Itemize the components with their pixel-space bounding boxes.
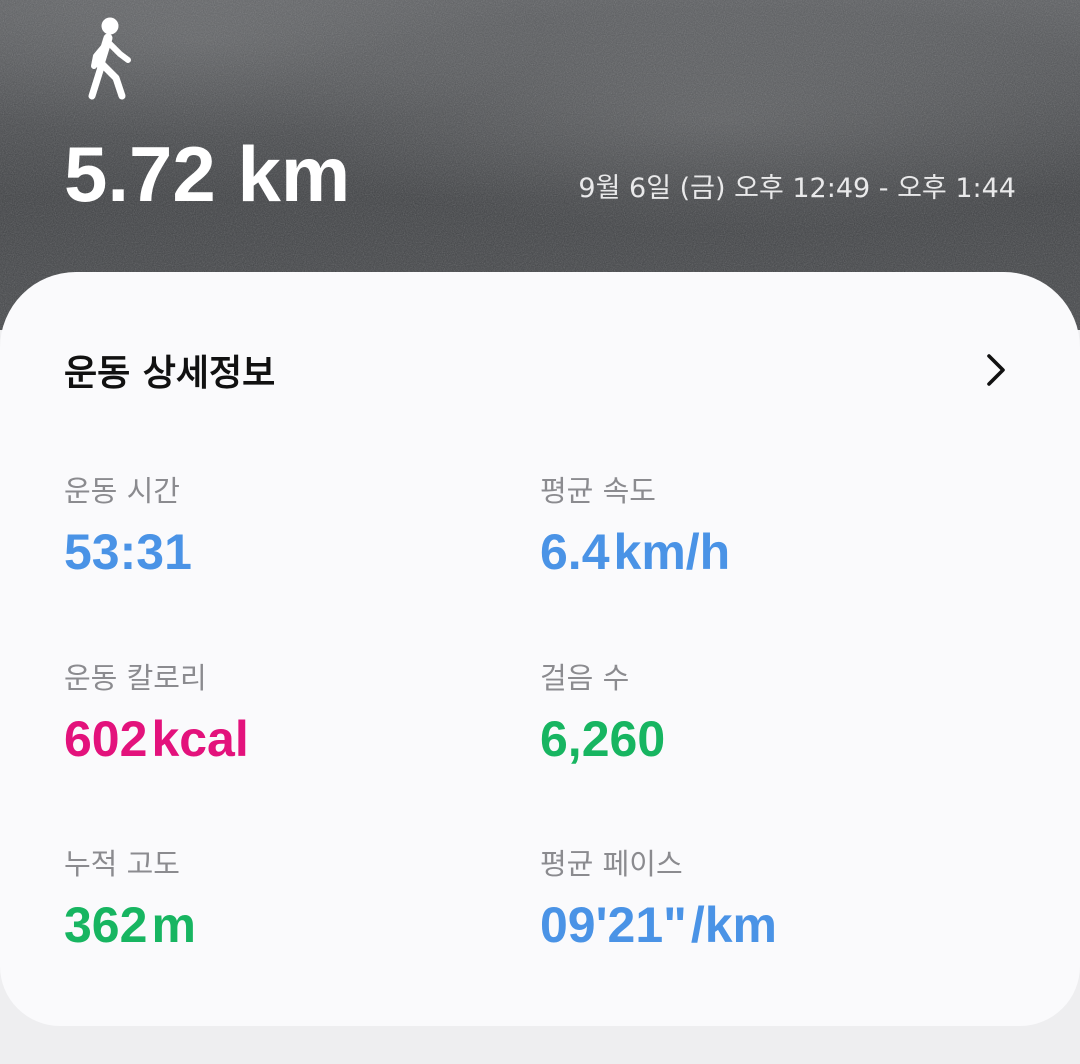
stat-number: 53:31 xyxy=(64,524,192,580)
stat-number: 362 xyxy=(64,897,148,953)
workout-details-card: 운동 상세정보 운동 시간 53:31 평균 속도 6.4km/h 운동 칼로리… xyxy=(0,272,1080,1026)
stat-label: 누적 고도 xyxy=(64,847,180,881)
stat-label: 운동 칼로리 xyxy=(64,661,207,695)
stat-value: 53:31 xyxy=(64,522,484,582)
workout-distance: 5.72 km xyxy=(64,130,351,218)
stat-calories: 운동 칼로리 602kcal xyxy=(64,659,484,769)
stat-value: 362m xyxy=(64,895,484,955)
stat-label: 평균 속도 xyxy=(540,474,656,508)
stat-label: 걸음 수 xyxy=(540,661,630,695)
stat-average-speed: 평균 속도 6.4km/h xyxy=(540,472,960,582)
stat-number: 6.4 xyxy=(540,524,610,580)
stat-unit: km/h xyxy=(613,524,731,580)
stat-workout-time: 운동 시간 53:31 xyxy=(64,472,484,582)
walking-person-icon xyxy=(88,17,131,100)
stat-value: 602kcal xyxy=(64,709,484,769)
details-title: 운동 상세정보 xyxy=(64,353,276,394)
workout-datetime: 9월 6일 (금) 오후 12:49 - 오후 1:44 xyxy=(578,173,1016,204)
stat-unit: /km xyxy=(690,897,777,953)
stat-unit: m xyxy=(151,897,196,953)
chevron-right-icon[interactable] xyxy=(978,350,1014,390)
stat-value: 09'21"/km xyxy=(540,895,960,955)
stat-average-pace: 평균 페이스 09'21"/km xyxy=(540,845,960,955)
stat-unit: kcal xyxy=(151,711,249,767)
stat-number: 09'21" xyxy=(540,897,687,953)
stat-value: 6,260 xyxy=(540,709,960,769)
stat-number: 6,260 xyxy=(540,711,666,767)
stat-elevation-gain: 누적 고도 362m xyxy=(64,845,484,955)
stat-label: 운동 시간 xyxy=(64,474,180,508)
stat-value: 6.4km/h xyxy=(540,522,960,582)
stat-steps: 걸음 수 6,260 xyxy=(540,659,960,769)
stat-number: 602 xyxy=(64,711,148,767)
stat-label: 평균 페이스 xyxy=(540,847,683,881)
